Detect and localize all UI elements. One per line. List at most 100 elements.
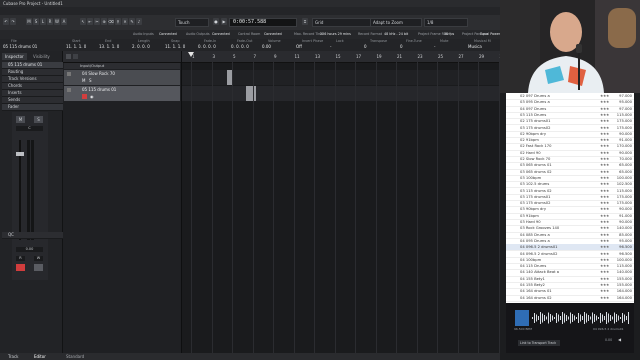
tab-visibility[interactable]: Visibility (30, 53, 53, 60)
solo-button[interactable]: S (34, 116, 43, 123)
range-tool-icon[interactable]: ⇤ (87, 18, 93, 25)
inspector-section-routing[interactable]: Routing (2, 69, 65, 76)
info-length-value[interactable]: 2. 0. 0. 0 (132, 45, 150, 49)
tab-inspector[interactable]: Inspector (2, 53, 27, 60)
snap-mode-dropdown[interactable]: Adapt to Zoom (370, 18, 422, 27)
quantize-dropdown[interactable]: 1/8 (424, 18, 468, 27)
monitor-button[interactable] (34, 264, 43, 271)
info-end-value[interactable]: 13. 1. 1. 0 (99, 45, 119, 49)
info-fadeout-value[interactable]: 0. 0. 0. 0 (231, 45, 249, 49)
info-volume-value[interactable]: 0.00 (262, 45, 271, 49)
split-tool-icon[interactable]: ✂ (94, 18, 100, 25)
object-selection-tool-icon[interactable]: ↖ (80, 18, 86, 25)
inspector-section-inserts[interactable]: Inserts (2, 90, 65, 97)
info-finetune-value[interactable]: 0 (400, 45, 403, 49)
track-row[interactable]: 04 Slow Rock 70 M S (64, 70, 180, 85)
ruler-label: 29 (479, 54, 485, 59)
track-solo-button[interactable]: S (89, 79, 92, 83)
info-snap-value[interactable]: 11. 1. 1. 0 (165, 45, 185, 49)
info-musical-label: Musical M (474, 39, 491, 43)
button-m[interactable]: M (26, 18, 32, 25)
record-enable-button[interactable] (16, 264, 25, 271)
fader-value[interactable]: 0.00 (16, 247, 43, 252)
grid-line (293, 62, 295, 353)
tab-editor[interactable]: Editor (34, 354, 46, 359)
button-l[interactable]: L (40, 18, 46, 25)
inspector-section-qc[interactable]: QC (2, 232, 65, 239)
track-row-selected[interactable]: 05 115 drums 01 ◉ (64, 86, 180, 101)
read-automation-button[interactable]: R (16, 256, 25, 261)
inspector-section-chords[interactable]: Chords (2, 83, 65, 90)
link-to-transport-button[interactable]: Link to Transport Track (518, 340, 560, 346)
status-value[interactable]: 226 hours 29 mins (320, 32, 351, 36)
info-transpose-value[interactable]: 0 (364, 45, 367, 49)
browser-row-rating[interactable]: ★★★ (600, 295, 609, 301)
button-s[interactable]: S (33, 18, 39, 25)
ruler[interactable]: 135791113151719212325272931 (182, 51, 500, 63)
info-musical-value[interactable]: Musica (468, 45, 482, 49)
status-value[interactable]: 48 kHz - 24 bit (384, 32, 408, 36)
status-value[interactable]: 30 fps (444, 32, 454, 36)
fader-handle[interactable] (16, 152, 24, 156)
player-position: 0.00 (605, 338, 613, 342)
info-start-value[interactable]: 11. 1. 1. 0 (66, 45, 86, 49)
track-monitor-button[interactable]: ◉ (90, 95, 94, 99)
inspector-section-sends[interactable]: Sends (2, 97, 65, 104)
ruler-label: 13 (315, 54, 321, 59)
undo-button[interactable]: ↶ (3, 18, 9, 25)
glue-tool-icon[interactable]: ⊕ (101, 18, 107, 25)
expand-icon[interactable] (67, 72, 71, 76)
write-automation-button[interactable]: W (34, 256, 43, 261)
mute-button[interactable]: M (16, 116, 25, 123)
pan-control[interactable]: C (16, 126, 43, 131)
track-record-button[interactable] (82, 94, 87, 99)
inspector-section-fader[interactable]: Fader (2, 104, 65, 111)
info-file-value[interactable]: 05 115 drums 01 (3, 45, 37, 49)
bottom-bar: Track Editor Standard (0, 353, 500, 360)
arrange-area[interactable]: 135791113151719212325272931 (182, 51, 500, 353)
button-r[interactable]: R (47, 18, 53, 25)
status-value[interactable]: Connected (212, 32, 230, 36)
tab-track[interactable]: Track (8, 354, 18, 359)
waveform-bar (546, 316, 547, 320)
status-value[interactable]: Equal Power (480, 32, 500, 36)
track-list-header[interactable]: Input/Output (64, 63, 180, 69)
volume-icon[interactable]: ◀ (618, 338, 621, 342)
play-tool-icon[interactable]: ♪ (136, 18, 142, 25)
project-cursor-icon[interactable] (188, 52, 194, 57)
draw-tool-icon[interactable]: ✎ (129, 18, 135, 25)
waveform[interactable] (532, 311, 630, 325)
add-track-icon[interactable] (66, 54, 71, 59)
track-mute-button[interactable]: M (82, 79, 85, 83)
info-lock-value[interactable]: - (330, 45, 331, 49)
redo-button[interactable]: ↷ (10, 18, 16, 25)
ruler-label: 7 (253, 54, 257, 59)
info-invert-value[interactable]: Off (296, 45, 302, 49)
status-label: Audio Outputs (186, 31, 210, 36)
inspector-track-name[interactable]: 05 115 drums 01 (2, 62, 65, 69)
time-display[interactable]: 0:00:57.588 (229, 18, 297, 27)
snap-type-dropdown[interactable]: Grid (312, 18, 371, 27)
info-fadein-value[interactable]: 0. 0. 0. 0 (198, 45, 216, 49)
button-w[interactable]: W (54, 18, 60, 25)
zoom-tool-icon[interactable]: ⚲ (115, 18, 121, 25)
erase-tool-icon[interactable]: ⌫ (108, 18, 114, 25)
track-name[interactable]: 05 115 drums 01 (82, 88, 116, 92)
status-value[interactable]: Connected (264, 32, 282, 36)
info-mute-value[interactable]: - (434, 45, 435, 49)
button-a[interactable]: A (61, 18, 67, 25)
track-filter-icon[interactable] (73, 54, 78, 59)
audio-event-selected[interactable] (246, 86, 256, 101)
browser-row[interactable]: 04 164 drums 02 ★★★ 164.000 (506, 295, 634, 302)
webcam-image (500, 0, 640, 93)
play-button[interactable]: ▶ (221, 18, 227, 25)
snap-toggle[interactable]: ⌗ (302, 18, 308, 25)
record-button[interactable]: ● (213, 18, 219, 25)
mute-tool-icon[interactable]: ✕ (122, 18, 128, 25)
status-value[interactable]: Connected (159, 32, 177, 36)
track-name[interactable]: 04 Slow Rock 70 (82, 72, 115, 76)
automation-mode-dropdown[interactable]: Touch (175, 18, 209, 27)
inspector-section-track-versions[interactable]: Track Versions (2, 76, 65, 83)
waveform-bar (610, 315, 611, 321)
expand-icon[interactable] (67, 88, 71, 92)
